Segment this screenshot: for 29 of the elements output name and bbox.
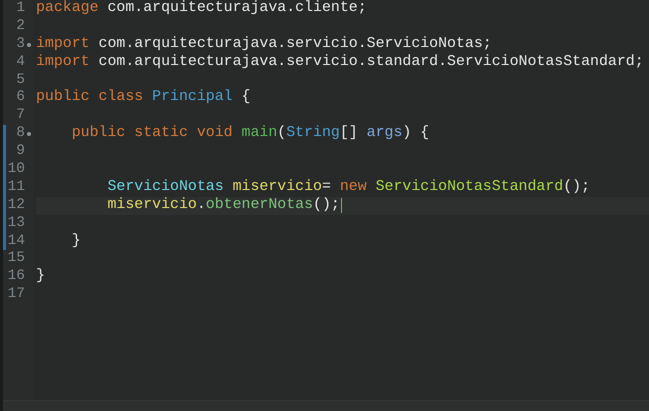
line-number: 13 (6, 214, 25, 233)
text-cursor (340, 198, 342, 214)
fold-marker-icon[interactable] (27, 42, 31, 47)
code-line: import com.arquitecturajava.servicio.ServicioNotas; (36, 36, 493, 54)
line-number: 9 (15, 143, 25, 162)
line-number: 6 (15, 89, 25, 108)
line-number: 10 (6, 161, 25, 179)
line-number: 12 (6, 196, 25, 215)
line-number: 7 (15, 107, 25, 126)
line-number: 11 (6, 178, 25, 197)
line-number: 16 (6, 268, 25, 286)
code-line: } (70, 232, 82, 250)
code-line: public class Principal { (36, 89, 252, 108)
code-line: public static void main(String[] args) { (70, 125, 430, 144)
line-number: 8 (15, 125, 25, 144)
scrollbar[interactable] (3, 400, 649, 411)
line-number: 1 (15, 0, 25, 18)
line-number: 17 (6, 286, 25, 304)
line-number: 3 (15, 36, 25, 54)
code-line: ServicioNotas miservicio= new ServicioNotasStandard(); (106, 178, 592, 197)
line-number: 14 (6, 232, 25, 250)
code-line: import com.arquitecturajava.servicio.standard.ServicioNotasStandard; (36, 54, 645, 72)
line-number: 2 (15, 18, 25, 36)
line-number: 15 (6, 250, 25, 268)
code-line: package com.arquitecturajava.cliente; (36, 0, 368, 18)
line-number: 5 (15, 72, 25, 90)
line-number: 4 (15, 54, 25, 72)
fold-marker-icon[interactable] (27, 132, 31, 136)
code-line: } (36, 268, 46, 286)
